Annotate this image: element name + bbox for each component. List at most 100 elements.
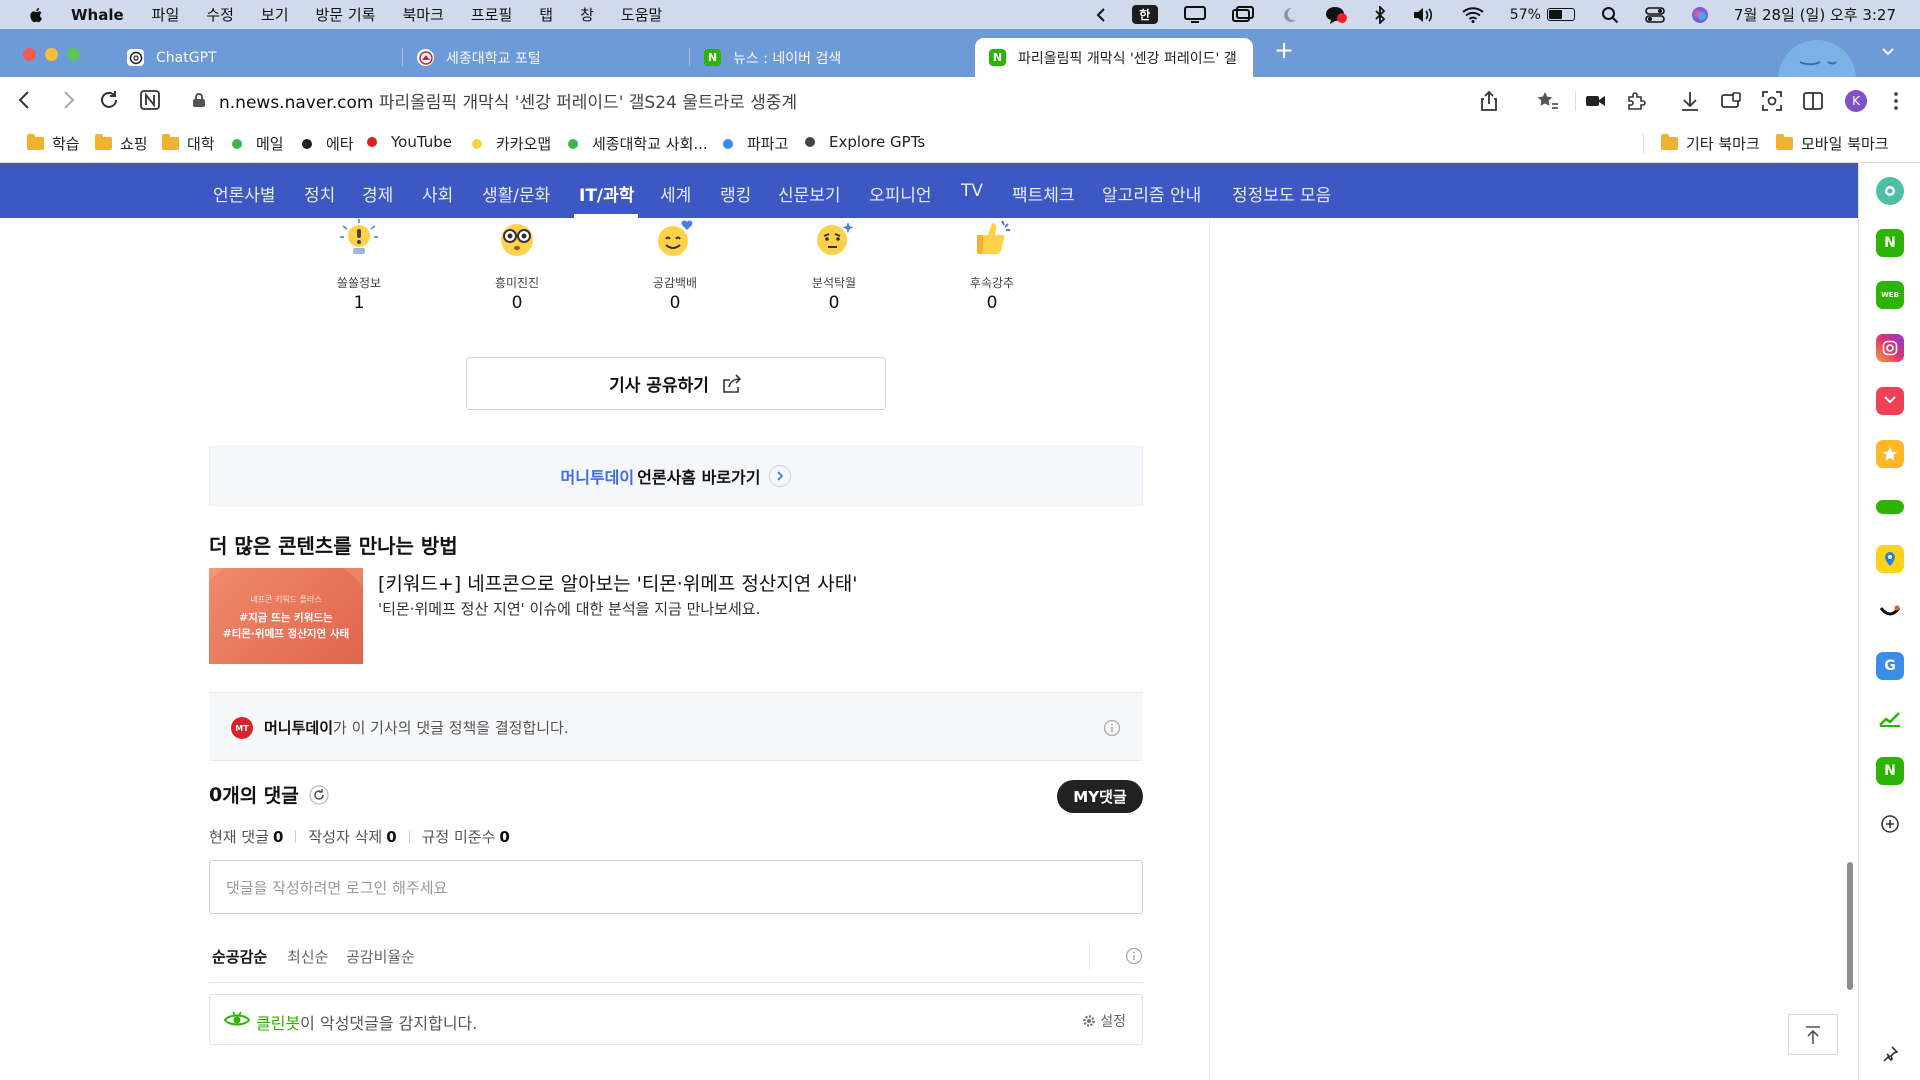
battery-indicator[interactable]: 57% — [1510, 7, 1575, 23]
back-to-top-button[interactable] — [1788, 1014, 1838, 1055]
share-page-icon[interactable] — [1477, 89, 1501, 113]
reaction-analysis[interactable]: 분석탁월 0 — [789, 218, 879, 313]
mobile-window-icon[interactable] — [1719, 89, 1743, 113]
forward-arrow-icon[interactable] — [57, 89, 79, 111]
reaction-empathy[interactable]: 공감백배 0 — [630, 218, 720, 313]
instagram-icon[interactable] — [1876, 334, 1904, 362]
nav-item-society[interactable]: 사회 — [422, 181, 453, 206]
stock-chart-icon[interactable] — [1876, 705, 1904, 733]
naver-home-icon[interactable] — [139, 89, 161, 111]
menu-history[interactable]: 방문 기록 — [316, 4, 376, 25]
map-pin-icon[interactable] — [1876, 545, 1904, 573]
chevron-left-icon[interactable] — [1096, 7, 1106, 22]
info-icon[interactable] — [1103, 719, 1121, 737]
back-arrow-icon[interactable] — [14, 89, 36, 111]
control-center-icon[interactable] — [1645, 6, 1665, 24]
nav-item-by-press[interactable]: 언론사별 — [213, 181, 276, 206]
pocket-icon[interactable] — [1876, 387, 1904, 415]
promo-thumbnail[interactable]: 네프콘 키워드 플러스 #지금 뜨는 키워드는 #티몬·위메프 정산지연 사태 — [209, 568, 363, 664]
nav-item-life-culture[interactable]: 생활/문화 — [482, 181, 550, 206]
video-camera-icon[interactable] — [1584, 89, 1608, 113]
webtoon-icon[interactable]: WEB — [1876, 281, 1904, 309]
spotlight-search-icon[interactable] — [1601, 6, 1619, 24]
nav-item-corrections[interactable]: 정정보도 모음 — [1232, 181, 1331, 206]
favorites-star-icon[interactable] — [1876, 440, 1904, 468]
zoom-window-button[interactable] — [67, 48, 80, 61]
pin-icon[interactable] — [1876, 1040, 1904, 1068]
tab-active-article[interactable]: N 파리올림픽 개막식 '센강 퍼레이드' 갤 — [975, 38, 1253, 77]
wallet-icon[interactable] — [1876, 500, 1904, 514]
bookmark-folder-university[interactable]: 대학 — [162, 133, 215, 154]
input-source-indicator[interactable]: 한 — [1131, 5, 1158, 24]
menu-file[interactable]: 파일 — [152, 4, 180, 25]
moon-icon[interactable] — [1280, 6, 1298, 24]
new-tab-button[interactable]: + — [1274, 38, 1294, 62]
reaction-follow-up[interactable]: 후속강추 0 — [947, 218, 1037, 313]
tab-list-chevron-icon[interactable] — [1882, 46, 1894, 58]
sort-tab-latest[interactable]: 최신순 — [287, 946, 328, 967]
nav-item-factcheck[interactable]: 팩트체크 — [1012, 181, 1075, 206]
menubar-clock[interactable]: 7월 28일 (일) 오후 3:27 — [1734, 4, 1896, 25]
share-article-button[interactable]: 기사 공유하기 — [466, 357, 886, 410]
nav-item-it-science[interactable]: IT/과학 — [579, 181, 634, 206]
split-view-icon[interactable] — [1801, 89, 1825, 113]
sort-tab-empathy-ratio[interactable]: 공감비율순 — [346, 946, 415, 967]
nav-item-tv[interactable]: TV — [961, 181, 983, 201]
cleanbot-settings-button[interactable]: 설정 — [1082, 1011, 1126, 1031]
tab-sejong-portal[interactable]: 세종대학교 포털 — [403, 38, 690, 77]
comment-input[interactable]: 댓글을 작성하려면 로그인 해주세요 — [209, 860, 1143, 914]
bookmark-papago[interactable]: 파파고 — [723, 133, 788, 154]
nav-item-ranking[interactable]: 랭킹 — [720, 181, 751, 206]
wifi-icon[interactable] — [1462, 6, 1484, 23]
profile-avatar[interactable]: K — [1845, 90, 1867, 112]
refresh-icon[interactable] — [309, 784, 329, 805]
lock-icon[interactable] — [192, 92, 206, 108]
sort-tab-best[interactable]: 순공감순 — [212, 946, 267, 967]
bookmark-youtube[interactable]: YouTube — [367, 133, 452, 151]
nav-item-politics[interactable]: 정치 — [304, 181, 335, 206]
more-menu-icon[interactable] — [1884, 89, 1908, 113]
chat-notification-icon[interactable] — [1324, 5, 1348, 25]
smile-icon[interactable] — [1876, 598, 1904, 626]
bookmark-star-icon[interactable] — [1535, 89, 1559, 113]
my-comments-button[interactable]: MY댓글 — [1057, 780, 1143, 813]
naver-icon[interactable]: N — [1876, 229, 1904, 257]
close-window-button[interactable] — [23, 48, 36, 61]
nav-item-economy[interactable]: 경제 — [362, 181, 393, 206]
bookmark-folder-other[interactable]: 기타 북마크 — [1661, 133, 1760, 154]
bookmark-sejong-society[interactable]: 세종대학교 사회... — [568, 133, 708, 154]
nav-item-opinion[interactable]: 오피니언 — [869, 181, 932, 206]
info-icon[interactable] — [1125, 947, 1143, 965]
reload-icon[interactable] — [98, 89, 120, 111]
screen-mirroring-icon[interactable] — [1231, 5, 1254, 24]
siri-icon[interactable] — [1691, 6, 1709, 24]
download-icon[interactable] — [1678, 89, 1702, 113]
add-icon[interactable] — [1876, 810, 1904, 838]
bookmark-mail[interactable]: 메일 — [232, 133, 284, 154]
bookmark-folder-shopping[interactable]: 쇼핑 — [95, 133, 148, 154]
app-name-menu[interactable]: Whale — [71, 6, 124, 24]
menu-tab[interactable]: 탭 — [539, 4, 553, 25]
menu-edit[interactable]: 수정 — [206, 4, 234, 25]
menu-bookmarks[interactable]: 북마크 — [402, 4, 443, 25]
bookmark-explore-gpts[interactable]: Explore GPTs — [805, 133, 925, 151]
menu-help[interactable]: 도움말 — [621, 4, 662, 25]
nav-item-newspaper[interactable]: 신문보기 — [778, 181, 841, 206]
display-icon[interactable] — [1183, 5, 1206, 24]
promo-title-link[interactable]: [키워드+] 네프콘으로 알아보는 '티몬·위메프 정산지연 사태' — [378, 569, 857, 596]
menu-window[interactable]: 창 — [580, 4, 594, 25]
nav-item-algorithm-info[interactable]: 알고리즘 안내 — [1102, 181, 1201, 206]
bookmark-everytime[interactable]: 에타 — [302, 133, 354, 154]
translate-icon[interactable]: G — [1876, 652, 1904, 680]
menu-profile[interactable]: 프로필 — [471, 4, 512, 25]
whale-space-icon[interactable] — [1876, 177, 1904, 205]
reaction-useful[interactable]: 쏠쏠정보 1 — [314, 218, 404, 313]
screen-capture-icon[interactable] — [1760, 89, 1784, 113]
naver-shopping-icon[interactable]: N — [1876, 757, 1904, 785]
bluetooth-icon[interactable] — [1374, 5, 1386, 24]
press-home-link[interactable]: 머니투데이 언론사홈 바로가기 — [209, 446, 1143, 506]
tab-naver-news-search[interactable]: N 뉴스 : 네이버 검색 — [690, 38, 975, 77]
volume-icon[interactable] — [1412, 6, 1436, 24]
minimize-window-button[interactable] — [45, 48, 58, 61]
bookmark-folder-mobile[interactable]: 모바일 북마크 — [1776, 133, 1889, 154]
